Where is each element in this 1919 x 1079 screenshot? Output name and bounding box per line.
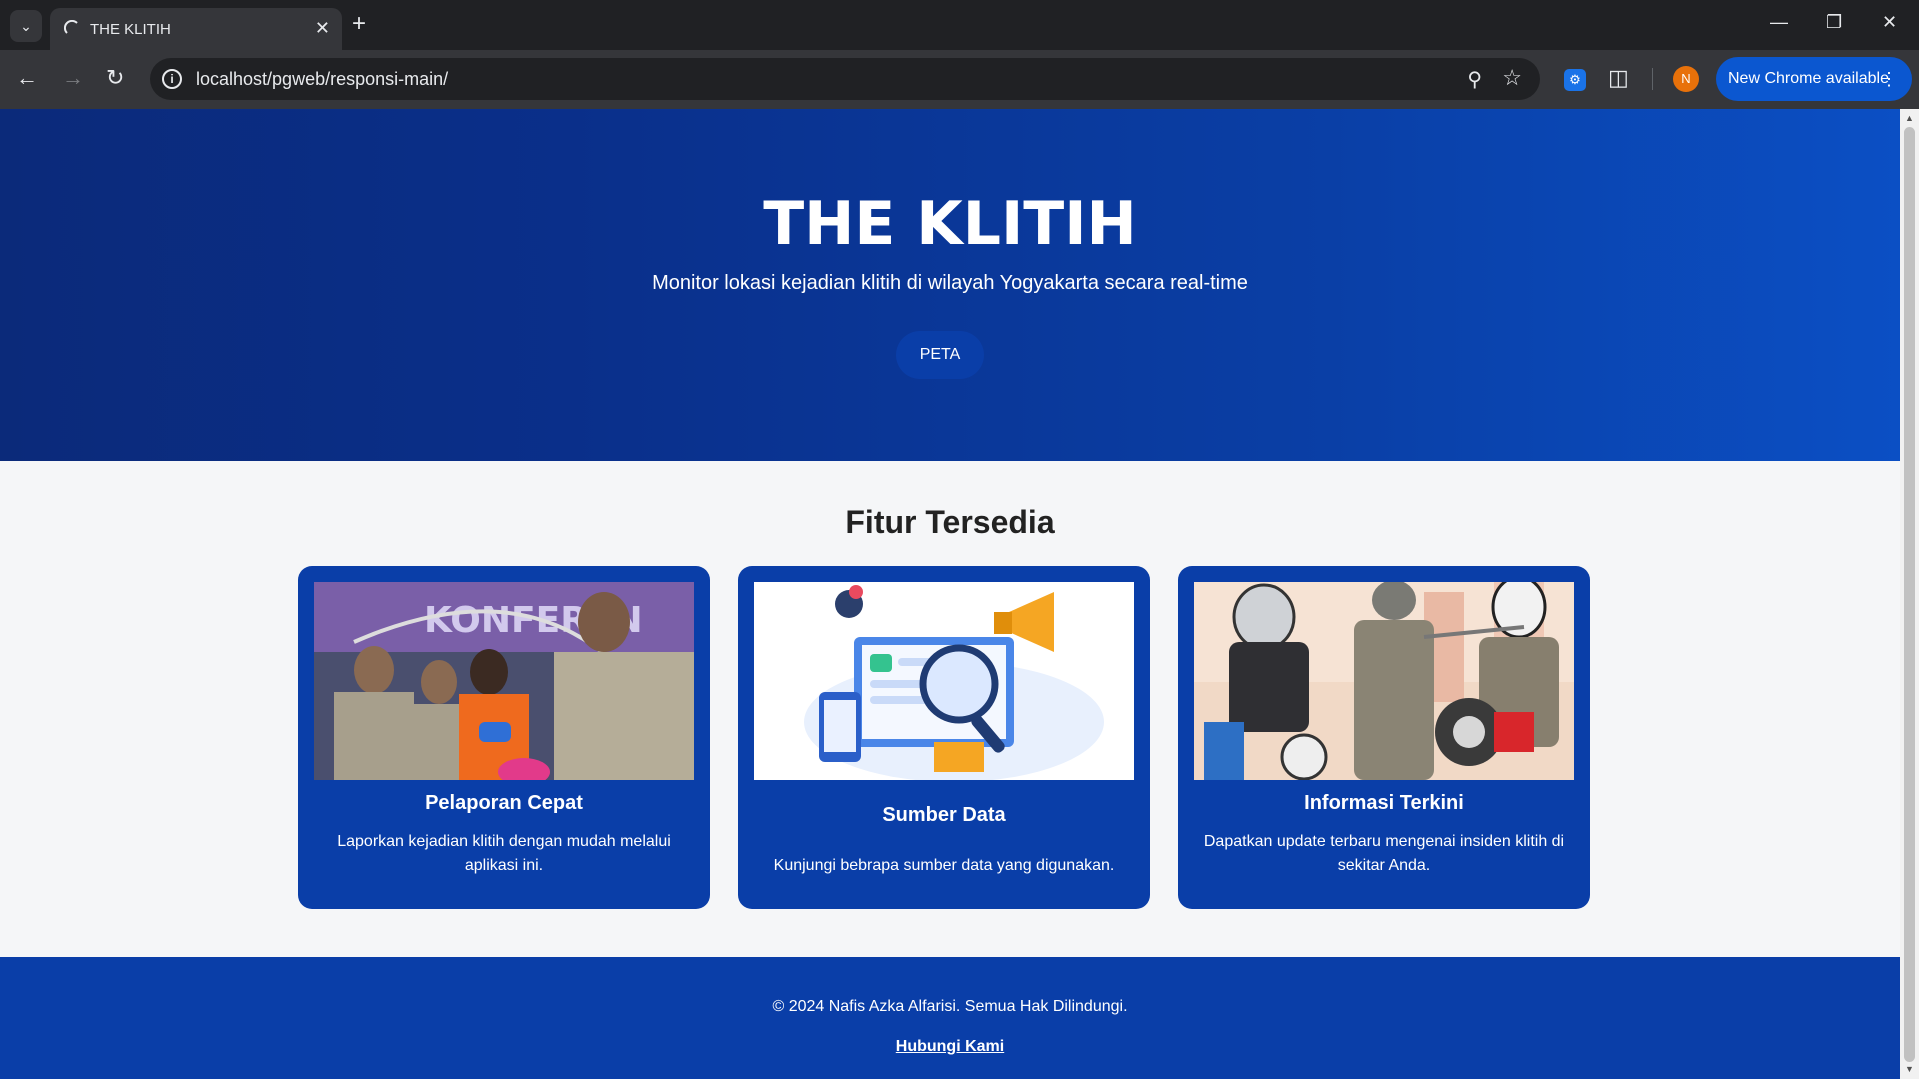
update-label: New Chrome available	[1728, 70, 1889, 87]
feature-card-sumber-data[interactable]: Sumber Data Kunjungi bebrapa sumber data…	[738, 566, 1150, 909]
page-footer: © 2024 Nafis Azka Alfarisi. Semua Hak Di…	[0, 957, 1900, 1079]
more-menu-icon[interactable]: ⋮	[1880, 57, 1898, 101]
url-text[interactable]: localhost/pgweb/responsi-main/	[196, 69, 448, 90]
reload-icon[interactable]: ↻	[106, 66, 124, 90]
peta-button[interactable]: PETA	[896, 331, 984, 379]
hero-subtitle: Monitor lokasi kejadian klitih di wilaya…	[652, 272, 1248, 294]
tab-search-button[interactable]: ⌄	[10, 10, 42, 42]
police-press-conference-photo: KONFEREN	[314, 582, 694, 780]
loading-icon	[64, 20, 78, 34]
contact-link[interactable]: Hubungi Kami	[0, 1038, 1900, 1056]
forward-icon[interactable]: →	[62, 66, 84, 90]
profile-avatar[interactable]: N	[1673, 66, 1699, 92]
card-title: Sumber Data	[882, 804, 1006, 826]
card-description: Dapatkan update terbaru mengenai insiden…	[1203, 833, 1565, 874]
street-attack-illustration	[1194, 582, 1574, 780]
tab-title: THE KLITIH	[90, 21, 171, 38]
scroll-down-icon[interactable]: ▼	[1905, 1064, 1914, 1074]
chrome-update-button[interactable]: New Chrome available ⋮	[1716, 57, 1912, 101]
site-info-icon[interactable]: i	[162, 69, 182, 89]
hero-title: THE KLITIH	[763, 189, 1137, 259]
features-title: Fitur Tersedia	[845, 504, 1055, 540]
close-window-icon[interactable]: ✕	[1882, 12, 1897, 33]
back-icon[interactable]: ←	[16, 66, 38, 90]
scrollbar-thumb[interactable]	[1904, 127, 1915, 1062]
copyright-text: © 2024 Nafis Azka Alfarisi. Semua Hak Di…	[772, 998, 1128, 1015]
browser-toolbar: ← → ↻ i localhost/pgweb/responsi-main/ ⚲…	[0, 50, 1919, 109]
extension-icon[interactable]: ⚙	[1564, 69, 1586, 91]
page-viewport: THE KLITIH Monitor lokasi kejadian kliti…	[0, 109, 1900, 1079]
extensions-puzzle-icon[interactable]: ◫	[1608, 65, 1629, 91]
restore-icon[interactable]: ❐	[1826, 12, 1842, 33]
zoom-icon[interactable]: ⚲	[1467, 67, 1482, 92]
browser-tab-strip: ⌄ THE KLITIH ✕ + — ❐ ✕	[0, 0, 1919, 50]
hero-section: THE KLITIH Monitor lokasi kejadian kliti…	[0, 109, 1900, 461]
feature-card-pelaporan: KONFEREN Pelaporan Cepat Laporkan kejadi…	[298, 566, 710, 909]
page-scrollbar[interactable]: ▲ ▼	[1900, 109, 1919, 1079]
data-analytics-illustration	[754, 582, 1134, 780]
card-description: Kunjungi bebrapa sumber data yang diguna…	[773, 857, 1115, 874]
browser-tab[interactable]: THE KLITIH ✕	[50, 8, 342, 50]
toolbar-divider	[1652, 68, 1653, 90]
card-title: Informasi Terkini	[1304, 792, 1464, 814]
card-title: Pelaporan Cepat	[425, 792, 583, 814]
minimize-icon[interactable]: —	[1770, 12, 1788, 33]
scroll-up-icon[interactable]: ▲	[1905, 113, 1914, 123]
new-tab-icon[interactable]: +	[352, 12, 366, 36]
address-bar[interactable]: i localhost/pgweb/responsi-main/ ⚲ ☆	[150, 58, 1540, 100]
close-tab-icon[interactable]: ✕	[315, 18, 330, 39]
bookmark-star-icon[interactable]: ☆	[1502, 65, 1522, 91]
feature-card-informasi: Informasi Terkini Dapatkan update terbar…	[1178, 566, 1590, 909]
card-description: Laporkan kejadian klitih dengan mudah me…	[337, 833, 671, 874]
chevron-down-icon: ⌄	[20, 17, 32, 34]
